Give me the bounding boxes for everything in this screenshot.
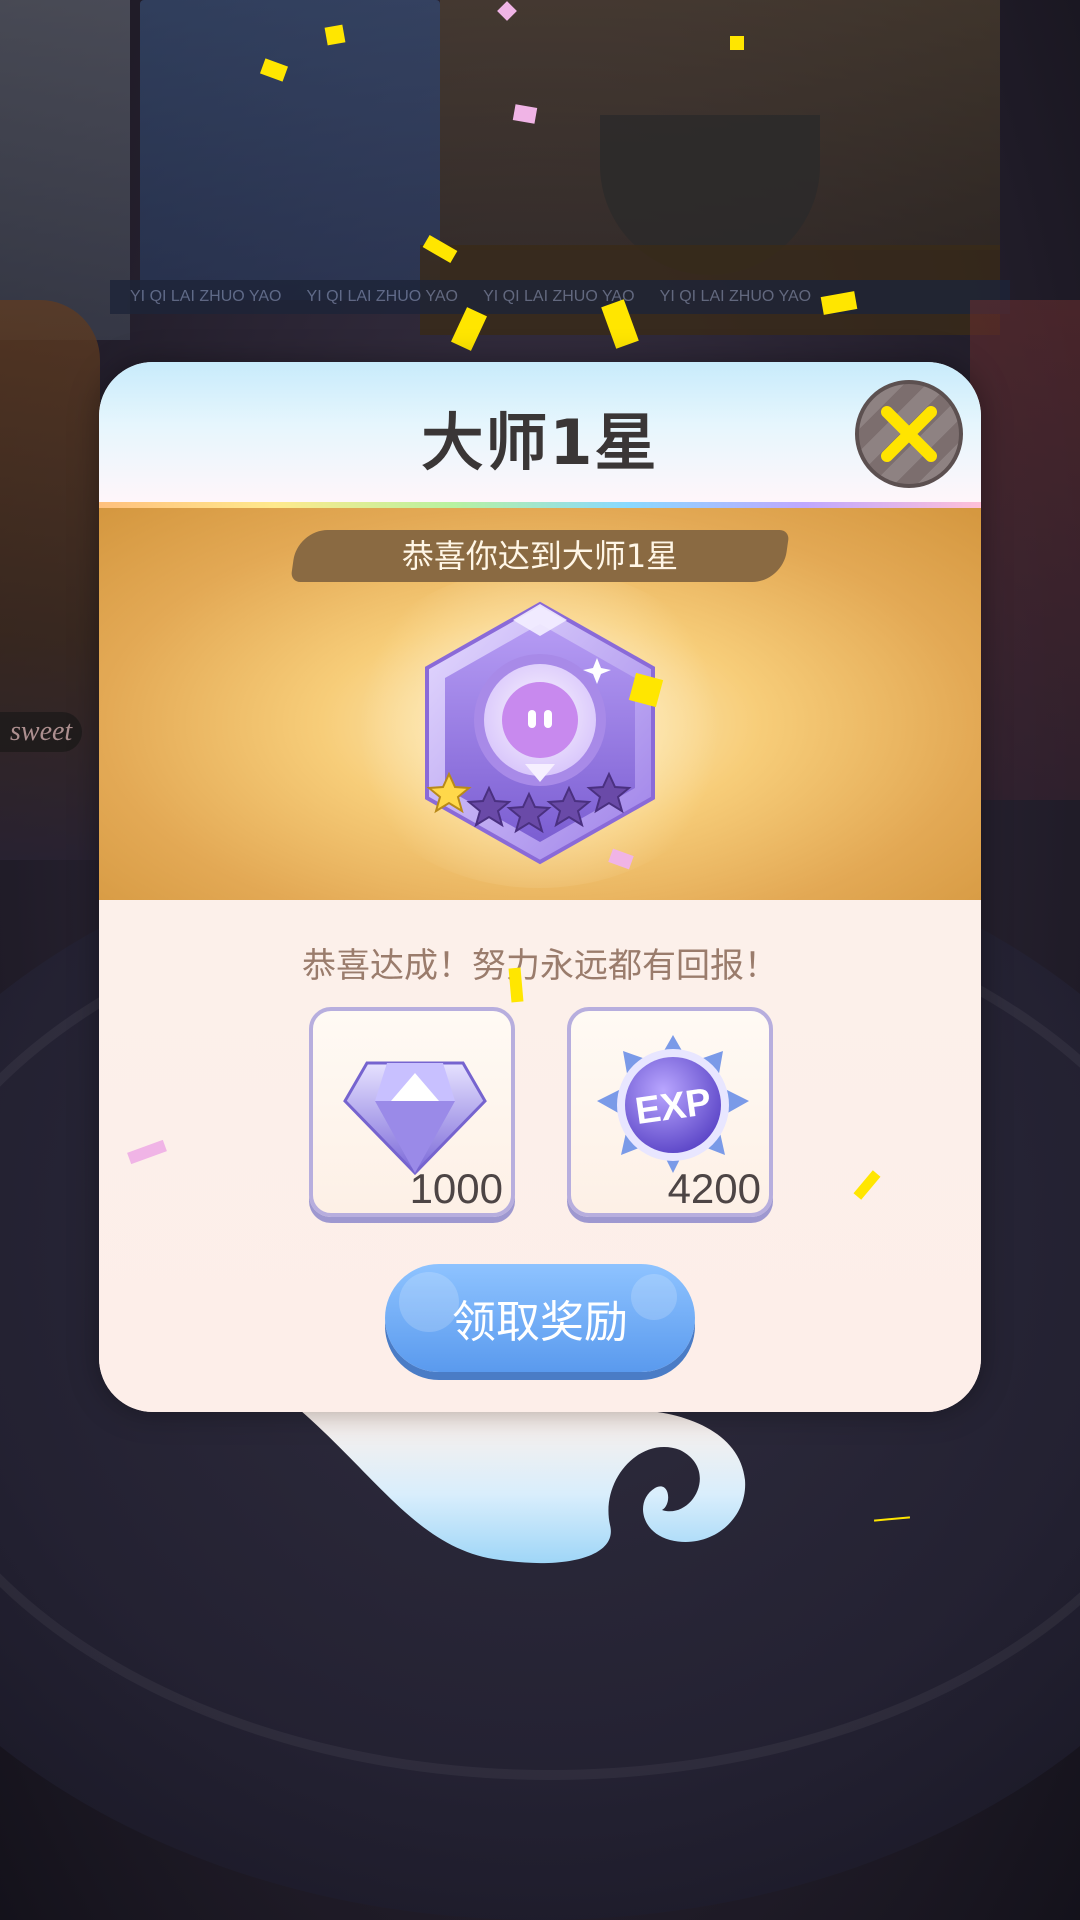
background-sign-strip: YI QI LAI ZHUO YAO YI QI LAI ZHUO YAO YI… xyxy=(110,280,1010,314)
reward-item-diamond[interactable]: 1000 xyxy=(309,1007,515,1217)
reward-quantity: 4200 xyxy=(667,1165,761,1212)
close-button[interactable] xyxy=(855,380,963,488)
sign-text: YI QI LAI ZHUO YAO xyxy=(306,288,458,305)
reward-quantity: 1000 xyxy=(409,1165,503,1212)
background-banner xyxy=(140,0,440,300)
master-rank-badge xyxy=(425,601,655,865)
button-decoration xyxy=(399,1272,459,1332)
confetti xyxy=(324,24,346,46)
background-right-shop xyxy=(970,300,1080,800)
burger-shop xyxy=(0,300,100,860)
close-icon xyxy=(881,406,937,462)
reward-item-exp[interactable]: EXP 4200 xyxy=(567,1007,773,1217)
rank-banner: 恭喜你达到大师1星 xyxy=(99,508,981,900)
claim-reward-label: 领取奖励 xyxy=(452,1297,628,1348)
diamond-icon xyxy=(343,1061,487,1176)
congrats-message: 恭喜达成！努力永远都有回报！ xyxy=(302,946,778,986)
dialog-tail xyxy=(300,1410,746,1564)
sweet-shop-sign: sweet xyxy=(0,712,83,752)
exp-icon: EXP xyxy=(597,1035,749,1173)
dialog-body: 恭喜达成！努力永远都有回报！ 1000 EXP 4200 领取奖励 xyxy=(99,900,981,1412)
confetti xyxy=(730,36,744,50)
claim-reward-button[interactable]: 领取奖励 xyxy=(385,1264,695,1372)
button-decoration xyxy=(631,1274,677,1320)
rank-up-dialog: 大师1星 恭喜你达到大师1星 恭喜达成！努力永远都有回报！ 1000 EXP 4… xyxy=(99,362,981,1412)
dialog-title: 大师1星 xyxy=(421,406,659,479)
sign-text: YI QI LAI ZHUO YAO xyxy=(659,288,812,305)
ribbon-text: 恭喜你达到大师1星 xyxy=(401,537,679,575)
sign-text: YI QI LAI ZHUO YAO xyxy=(130,288,282,305)
